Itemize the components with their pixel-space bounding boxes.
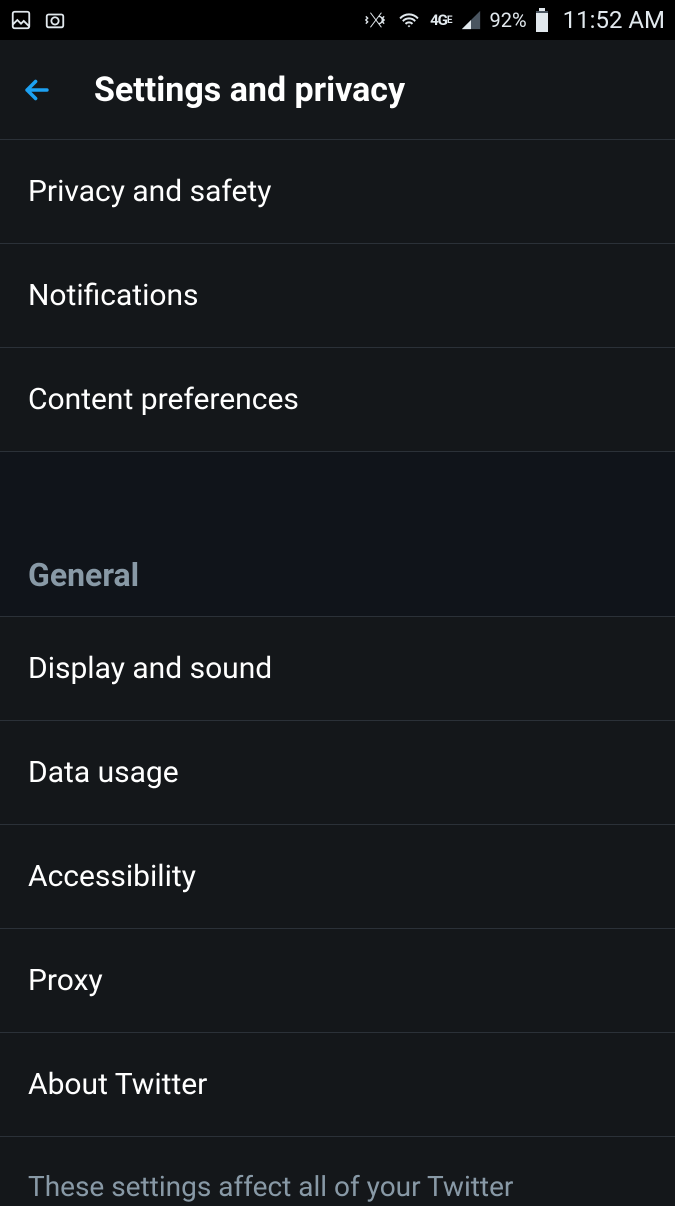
status-time: 11:52 AM: [563, 6, 665, 34]
back-button[interactable]: [20, 73, 54, 107]
settings-item-data-usage[interactable]: Data usage: [0, 721, 675, 825]
status-bar-left: [10, 9, 66, 31]
wifi-icon: [396, 9, 422, 31]
settings-item-display-sound[interactable]: Display and sound: [0, 617, 675, 721]
settings-item-label: Privacy and safety: [28, 174, 271, 209]
picture-icon: [10, 9, 32, 31]
page-title: Settings and privacy: [94, 70, 405, 110]
settings-item-label: Accessibility: [28, 859, 196, 894]
settings-item-privacy-safety[interactable]: Privacy and safety: [0, 140, 675, 244]
settings-list: Privacy and safety Notifications Content…: [0, 140, 675, 1206]
network-label: 4G: [430, 11, 447, 29]
signal-icon: [460, 9, 482, 31]
settings-item-label: Display and sound: [28, 651, 272, 686]
battery-icon: [535, 8, 549, 32]
settings-item-content-preferences[interactable]: Content preferences: [0, 348, 675, 452]
settings-item-label: About Twitter: [28, 1067, 207, 1102]
settings-item-label: Data usage: [28, 755, 179, 790]
vibrate-icon: [362, 9, 388, 31]
settings-item-proxy[interactable]: Proxy: [0, 929, 675, 1033]
settings-item-label: Content preferences: [28, 382, 299, 417]
footer-text: These settings affect all of your Twitte…: [0, 1137, 675, 1206]
section-gap: [0, 452, 675, 530]
settings-item-accessibility[interactable]: Accessibility: [0, 825, 675, 929]
status-bar: 4GE 92% 11:52 AM: [0, 0, 675, 40]
camera-icon: [44, 9, 66, 31]
settings-item-label: Proxy: [28, 963, 103, 998]
settings-item-about-twitter[interactable]: About Twitter: [0, 1033, 675, 1137]
settings-item-label: Notifications: [28, 278, 199, 313]
network-4g-icon: 4GE: [430, 11, 451, 29]
settings-item-notifications[interactable]: Notifications: [0, 244, 675, 348]
status-bar-right: 4GE 92% 11:52 AM: [362, 6, 665, 34]
battery-percentage: 92%: [490, 8, 527, 32]
app-bar: Settings and privacy: [0, 40, 675, 140]
section-header-general: General: [0, 530, 675, 617]
